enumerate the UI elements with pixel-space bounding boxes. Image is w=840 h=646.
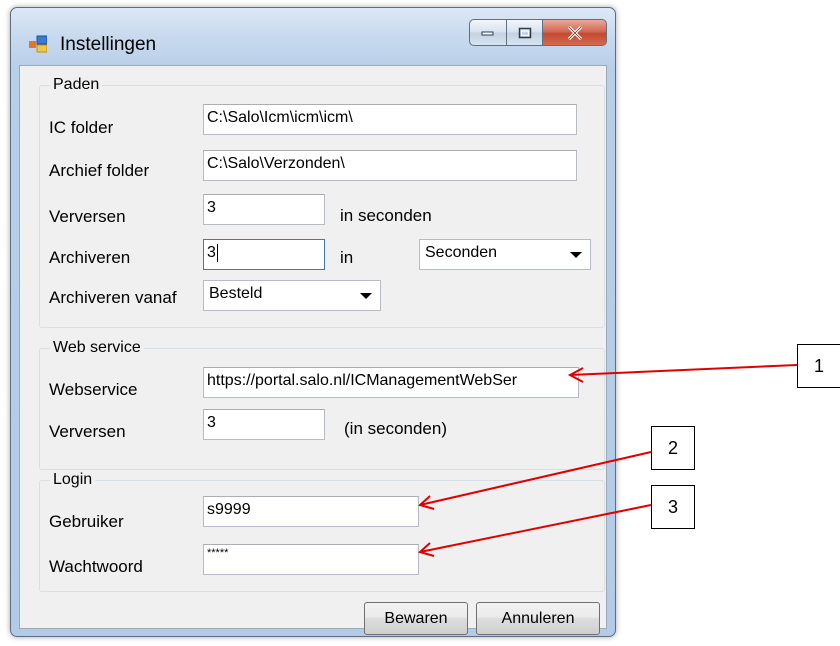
arrow-1 — [569, 364, 798, 376]
annotation-arrows — [417, 364, 798, 557]
arrow-2 — [419, 451, 652, 506]
arrow-3 — [419, 504, 652, 553]
